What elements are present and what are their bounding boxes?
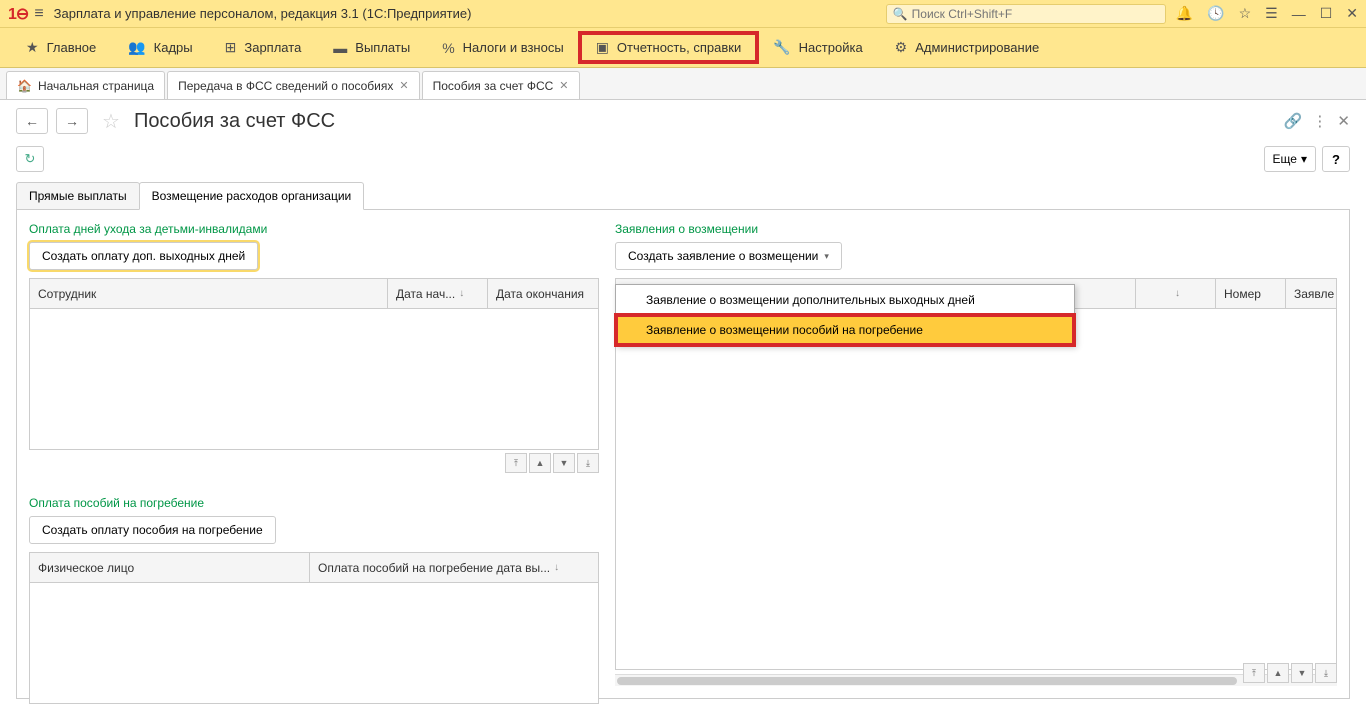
search-input[interactable] — [912, 7, 1159, 21]
create-claim-dropdown: Заявление о возмещении дополнительных вы… — [615, 284, 1075, 346]
table-care-days: Сотрудник Дата нач...↓ Дата окончания — [29, 278, 599, 450]
report-icon: ▣ — [596, 39, 609, 56]
chevron-down-icon: ▾ — [1301, 152, 1307, 166]
dd-item-burial[interactable]: Заявление о возмещении пособий на погреб… — [616, 315, 1074, 345]
page-header: ← → ☆ Пособия за счет ФСС 🔗 ⋮ ✕ — [0, 100, 1366, 142]
minimize-icon[interactable]: — — [1292, 6, 1306, 22]
nav-down[interactable]: ▼ — [553, 453, 575, 473]
menu-nastroika[interactable]: 🔧Настройка — [757, 33, 878, 62]
back-button[interactable]: ← — [16, 108, 48, 134]
nav-first[interactable]: ⤒ — [1243, 663, 1265, 683]
col-number[interactable]: Номер — [1216, 279, 1286, 308]
main-menu: ★Главное 👥Кадры ⊞Зарплата ▬Выплаты %Нало… — [0, 28, 1366, 68]
sort-icon: ↓ — [1175, 288, 1180, 299]
hamburger-icon[interactable]: ≡ — [34, 5, 43, 23]
page-title: Пособия за счет ФСС — [134, 110, 335, 133]
menu-admin[interactable]: ⚙Администрирование — [879, 33, 1056, 62]
sort-icon: ↓ — [459, 288, 464, 299]
nav-up[interactable]: ▲ — [1267, 663, 1289, 683]
close-icon[interactable]: ✕ — [1346, 5, 1358, 22]
horizontal-scrollbar[interactable] — [615, 674, 1337, 686]
help-button[interactable]: ? — [1322, 146, 1350, 172]
toolbar: ↻ Еще▾ ? — [0, 142, 1366, 182]
subtabs: Прямые выплаты Возмещение расходов орган… — [0, 182, 1366, 210]
bell-icon[interactable]: 🔔 — [1176, 5, 1193, 22]
table-nav: ⤒ ▲ ▼ ⤓ — [29, 450, 599, 476]
sort-icon: ↓ — [554, 562, 559, 573]
favorite-icon[interactable]: ☆ — [102, 109, 120, 134]
tab-home[interactable]: 🏠 Начальная страница — [6, 71, 165, 99]
col-person[interactable]: Физическое лицо — [30, 553, 310, 582]
menu-otchetnost[interactable]: ▣Отчетность, справки — [580, 33, 758, 62]
menu-zarplata[interactable]: ⊞Зарплата — [209, 33, 318, 62]
menu-kadry[interactable]: 👥Кадры — [112, 33, 208, 62]
search-icon: 🔍 — [893, 7, 908, 21]
section-label-claims: Заявления о возмещении — [615, 222, 1337, 236]
search-box[interactable]: 🔍 — [886, 4, 1166, 24]
titlebar: 1⊖ ≡ Зарплата и управление персоналом, р… — [0, 0, 1366, 28]
grid-icon: ⊞ — [225, 39, 237, 56]
section-label-care-days: Оплата дней ухода за детьми-инвалидами — [29, 222, 599, 236]
dd-item-extra-days[interactable]: Заявление о возмещении дополнительных вы… — [616, 285, 1074, 315]
col-end-date[interactable]: Дата окончания — [488, 279, 598, 308]
filter-icon[interactable]: ☰ — [1265, 5, 1278, 22]
right-column: Заявления о возмещении Создать заявление… — [615, 222, 1337, 686]
people-icon: 👥 — [128, 39, 145, 56]
card-icon: ▬ — [333, 40, 347, 56]
tab-fss-transfer[interactable]: Передача в ФСС сведений о пособиях ✕ — [167, 71, 420, 99]
col-burial-date[interactable]: Оплата пособий на погребение дата вы...↓ — [310, 553, 598, 582]
maximize-icon[interactable]: ☐ — [1320, 5, 1333, 22]
menu-vyplaty[interactable]: ▬Выплаты — [317, 34, 426, 62]
subtab-reimbursement[interactable]: Возмещение расходов организации — [139, 182, 365, 210]
nav-up[interactable]: ▲ — [529, 453, 551, 473]
link-icon[interactable]: 🔗 — [1284, 112, 1303, 130]
close-icon[interactable]: ✕ — [559, 79, 568, 92]
nav-last[interactable]: ⤓ — [1315, 663, 1337, 683]
close-icon[interactable]: ✕ — [399, 79, 408, 92]
tab-fss-benefits[interactable]: Пособия за счет ФСС ✕ — [422, 71, 580, 99]
nav-down[interactable]: ▼ — [1291, 663, 1313, 683]
app-title: Зарплата и управление персоналом, редакц… — [54, 6, 472, 21]
table-nav: ⤒ ▲ ▼ ⤓ — [1243, 660, 1337, 686]
tab-bar: 🏠 Начальная страница Передача в ФСС свед… — [0, 68, 1366, 100]
left-column: Оплата дней ухода за детьми-инвалидами С… — [29, 222, 599, 686]
star-icon: ★ — [26, 39, 39, 56]
table-burial: Физическое лицо Оплата пособий на погреб… — [29, 552, 599, 704]
menu-nalogi[interactable]: %Налоги и взносы — [426, 34, 580, 62]
create-burial-payment-button[interactable]: Создать оплату пособия на погребение — [29, 516, 276, 544]
content-area: Оплата дней ухода за детьми-инвалидами С… — [16, 209, 1350, 699]
kebab-icon[interactable]: ⋮ — [1312, 112, 1327, 130]
home-icon: 🏠 — [17, 79, 32, 93]
menu-main[interactable]: ★Главное — [10, 33, 112, 62]
col-claim[interactable]: Заявле — [1286, 279, 1336, 308]
forward-button[interactable]: → — [56, 108, 88, 134]
col-start-date[interactable]: Дата нач...↓ — [388, 279, 488, 308]
close-page-icon[interactable]: ✕ — [1337, 112, 1350, 130]
section-label-burial: Оплата пособий на погребение — [29, 496, 599, 510]
more-button[interactable]: Еще▾ — [1264, 146, 1316, 172]
nav-first[interactable]: ⤒ — [505, 453, 527, 473]
percent-icon: % — [442, 40, 454, 56]
gear-icon: ⚙ — [895, 39, 908, 56]
nav-last[interactable]: ⤓ — [577, 453, 599, 473]
logo-1c: 1⊖ — [8, 4, 28, 24]
create-extra-days-payment-button[interactable]: Создать оплату доп. выходных дней — [29, 242, 258, 270]
history-icon[interactable]: 🕓 — [1207, 5, 1224, 22]
col-sort[interactable]: ↓ — [1136, 279, 1216, 308]
refresh-button[interactable]: ↻ — [16, 146, 44, 172]
subtab-direct-payments[interactable]: Прямые выплаты — [16, 182, 140, 210]
create-claim-button[interactable]: Создать заявление о возмещении — [615, 242, 842, 270]
wrench-icon: 🔧 — [773, 39, 790, 56]
star-icon[interactable]: ☆ — [1239, 5, 1252, 22]
col-employee[interactable]: Сотрудник — [30, 279, 388, 308]
